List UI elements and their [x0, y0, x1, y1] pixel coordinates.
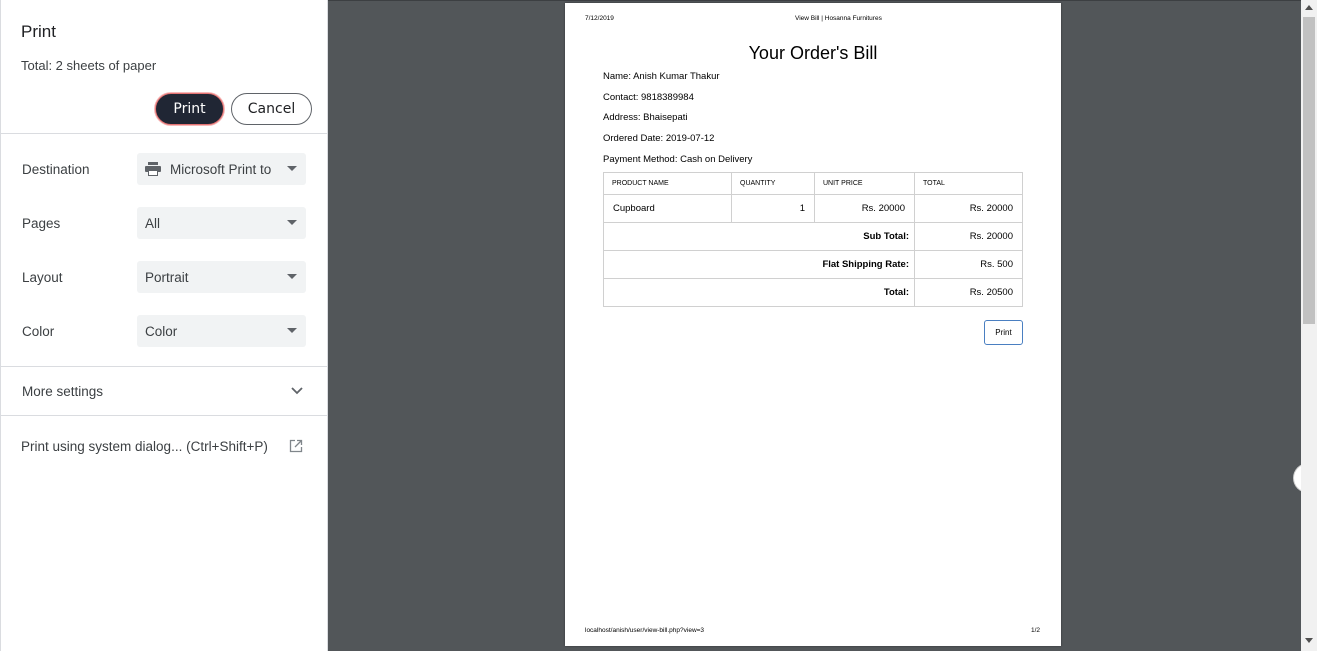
column-header: QUANTITY [731, 172, 815, 195]
layout-label: Layout [22, 270, 63, 285]
destination-select[interactable]: Microsoft Print to [137, 153, 306, 185]
payment-method: Payment Method: Cash on Delivery [603, 154, 753, 165]
customer-contact: Contact: 9818389984 [603, 92, 694, 103]
subtotal-value: Rs. 20000 [914, 222, 1023, 251]
subtotal-label: Sub Total: [603, 222, 915, 251]
grand-total-label: Total: [603, 278, 915, 307]
column-header: PRODUCT NAME [603, 172, 732, 195]
destination-value: Microsoft Print to [170, 161, 272, 177]
column-header: UNIT PRICE [814, 172, 915, 195]
bill-table: PRODUCT NAME QUANTITY UNIT PRICE TOTAL C… [603, 172, 1023, 307]
bill-title: Your Order's Bill [748, 43, 878, 63]
shipping-value: Rs. 500 [914, 250, 1023, 279]
table-row: Cupboard 1 Rs. 20000 Rs. 20000 [603, 194, 1023, 223]
pages-select[interactable]: All [137, 207, 306, 239]
destination-label: Destination [22, 162, 90, 177]
column-header: TOTAL [914, 172, 1023, 195]
grand-total-value: Rs. 20500 [914, 278, 1023, 307]
panel-title: Print [21, 22, 56, 41]
shipping-label: Flat Shipping Rate: [603, 250, 915, 279]
color-select[interactable]: Color [137, 315, 306, 347]
scroll-up-arrow-icon[interactable] [1305, 5, 1313, 10]
scrollbar-thumb[interactable] [1303, 17, 1315, 324]
pages-value: All [145, 215, 161, 231]
pages-label: Pages [22, 216, 61, 231]
caret-down-icon [287, 166, 297, 171]
caret-down-icon [287, 328, 297, 333]
print-preview-area: 7/12/2019 View Bill | Hosanna Furnitures… [328, 0, 1301, 651]
divider [1, 366, 329, 367]
page-header-date: 7/12/2019 [585, 15, 614, 22]
customer-address: Address: Bhaisepati [603, 112, 688, 123]
chevron-down-icon[interactable] [290, 385, 304, 397]
total-cell: Rs. 20000 [914, 194, 1023, 223]
table-header-row: PRODUCT NAME QUANTITY UNIT PRICE TOTAL [603, 172, 1023, 195]
page-footer-number: 1/2 [1031, 627, 1041, 634]
color-value: Color [145, 323, 178, 339]
divider [1, 133, 329, 134]
grand-total-row: Total: Rs. 20500 [603, 278, 1023, 307]
layout-value: Portrait [145, 269, 189, 285]
unit-price-cell: Rs. 20000 [814, 194, 915, 223]
quantity-cell: 1 [731, 194, 815, 223]
layout-select[interactable]: Portrait [137, 261, 306, 293]
scroll-down-arrow-icon[interactable] [1305, 638, 1313, 643]
printer-icon [145, 162, 161, 176]
caret-down-icon [287, 274, 297, 279]
page-print-button: Print [984, 320, 1023, 345]
page-footer-url: localhost/anish/user/view-bill.php?view=… [585, 627, 705, 634]
customer-name: Name: Anish Kumar Thakur [603, 71, 720, 82]
subtotal-row: Sub Total: Rs. 20000 [603, 222, 1023, 251]
preview-scrollbar[interactable] [1301, 0, 1317, 651]
product-name-cell: Cupboard [603, 194, 732, 223]
caret-down-icon [287, 220, 297, 225]
sheet-count: Total: 2 sheets of paper [21, 58, 157, 73]
page-header-title: View Bill | Hosanna Furnitures [795, 15, 882, 22]
preview-page: 7/12/2019 View Bill | Hosanna Furnitures… [565, 3, 1061, 646]
ordered-date: Ordered Date: 2019-07-12 [603, 133, 715, 144]
print-button[interactable]: Print [155, 93, 224, 125]
divider [1, 415, 329, 416]
cancel-button[interactable]: Cancel [231, 93, 312, 125]
shipping-row: Flat Shipping Rate: Rs. 500 [603, 250, 1023, 279]
print-settings-panel: Print Total: 2 sheets of paper Print Can… [0, 0, 329, 651]
open-external-icon[interactable] [289, 439, 303, 453]
color-label: Color [22, 324, 55, 339]
more-settings-toggle[interactable]: More settings [22, 384, 103, 399]
system-dialog-link[interactable]: Print using system dialog... (Ctrl+Shift… [21, 439, 268, 454]
